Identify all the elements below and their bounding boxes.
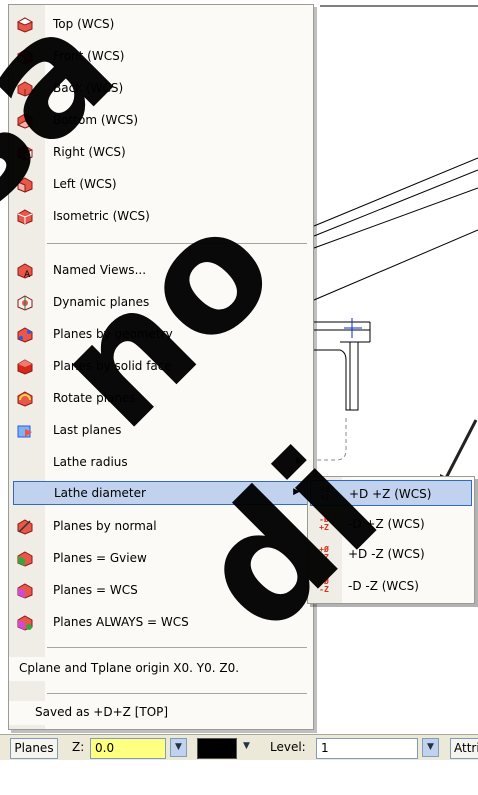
submenu-item-label: +D -Z (WCS) [348, 547, 425, 561]
menu-item-named-views[interactable]: A Named Views... [9, 259, 313, 283]
menu-item-dynamic-planes[interactable]: Dynamic planes [9, 291, 313, 315]
menu-item-planes-by-geometry[interactable]: Planes by geometry [9, 323, 313, 347]
planes-gview-icon [17, 551, 33, 567]
saved-as-info: Saved as +D+Z [TOP] [9, 701, 313, 725]
menu-item-label: Lathe diameter [54, 486, 146, 500]
color-swatch[interactable] [197, 738, 237, 759]
svg-text:A: A [24, 270, 31, 279]
planes-button[interactable]: Planes [10, 738, 58, 759]
menu-item-label: Right (WCS) [53, 145, 126, 159]
menu-item-lathe-radius[interactable]: Lathe radius ▶ [9, 451, 313, 475]
menu-item-label: Dynamic planes [53, 295, 150, 309]
minus-d-minus-z-icon: -Ø -Z [319, 577, 329, 594]
level-dropdown-arrow-icon[interactable]: ▼ [422, 738, 439, 757]
menu-item-lathe-diameter[interactable]: Lathe diameter ▶ [13, 481, 311, 505]
menu-item-label: Planes by geometry [53, 327, 173, 341]
menu-item-label: Back (WCS) [53, 81, 124, 95]
menu-item-planes-by-solid-face[interactable]: Planes by solid face [9, 355, 313, 379]
menu-item-label: Top (WCS) [53, 17, 115, 31]
menu-item-planes-gview[interactable]: Planes = Gview [9, 547, 313, 571]
view-cube-top-icon [16, 17, 34, 33]
rotate-planes-icon [17, 391, 33, 407]
menu-item-label: Lathe radius [53, 455, 128, 469]
plus-d-plus-z-icon: +Ø +Z [320, 485, 330, 502]
menu-item-label: Rotate planes [53, 391, 136, 405]
submenu-item-label: -D -Z (WCS) [348, 579, 419, 593]
submenu-item-minus-d-plus-z[interactable]: -Ø +Z -D +Z (WCS) [310, 511, 472, 537]
menu-item-back-wcs[interactable]: Back (WCS) [9, 77, 313, 101]
menu-item-last-planes[interactable]: Last planes [9, 419, 313, 443]
menu-item-label: Last planes [53, 423, 122, 437]
menu-item-label: Planes = WCS [53, 583, 138, 597]
menu-item-planes-by-normal[interactable]: Planes by normal [9, 515, 313, 539]
view-cube-right-icon [17, 145, 33, 161]
plus-d-minus-z-icon: +Ø -Z [319, 545, 329, 562]
menu-item-planes-wcs[interactable]: Planes = WCS [9, 579, 313, 603]
view-cube-left-icon [17, 177, 33, 193]
menu-item-bottom-wcs[interactable]: Bottom (WCS) [9, 109, 313, 133]
planes-by-normal-icon [17, 519, 33, 535]
last-planes-icon [17, 423, 33, 439]
submenu-item-minus-d-minus-z[interactable]: -Ø -Z -D -Z (WCS) [310, 573, 472, 599]
dynamic-planes-icon [17, 295, 33, 311]
menu-item-top-wcs[interactable]: Top (WCS) [9, 13, 313, 37]
submenu-item-plus-d-minus-z[interactable]: +Ø -Z +D -Z (WCS) [310, 541, 472, 567]
menu-item-front-wcs[interactable]: Front (WCS) [9, 45, 313, 69]
menu-item-label: Isometric (WCS) [53, 209, 150, 223]
cplane-tplane-origin-info: Cplane and Tplane origin X0. Y0. Z0. [9, 657, 313, 681]
menu-separator [47, 647, 307, 648]
view-cube-back-icon [17, 81, 33, 97]
menu-info-label: Saved as +D+Z [TOP] [35, 705, 169, 719]
menu-item-label: Planes by normal [53, 519, 157, 533]
submenu-arrow-icon: ▶ [293, 487, 300, 497]
menu-item-right-wcs[interactable]: Right (WCS) [9, 141, 313, 165]
submenu-item-label: -D +Z (WCS) [348, 517, 425, 531]
z-dropdown-arrow-icon[interactable]: ▼ [170, 738, 187, 757]
planes-always-wcs-icon [17, 615, 33, 631]
level-input[interactable]: 1 [316, 738, 418, 759]
planes-wcs-icon [17, 583, 33, 599]
submenu-item-plus-d-plus-z[interactable]: +Ø +Z +D +Z (WCS) [310, 480, 472, 506]
menu-item-rotate-planes[interactable]: Rotate planes [9, 387, 313, 411]
planes-by-geometry-icon [17, 327, 33, 343]
status-bar: Planes Z: 0.0 ▼ ▼ Level: 1 ▼ Attri [0, 734, 478, 760]
attributes-button[interactable]: Attri [450, 738, 478, 759]
menu-separator [47, 693, 307, 694]
menu-item-label: Planes = Gview [53, 551, 147, 565]
planes-by-solid-face-icon [17, 359, 33, 375]
menu-item-left-wcs[interactable]: Left (WCS) [9, 173, 313, 197]
view-cube-bottom-icon [16, 113, 34, 129]
menu-item-isometric-wcs[interactable]: Isometric (WCS) [9, 205, 313, 229]
view-cube-isometric-icon [17, 209, 33, 225]
submenu-item-label: +D +Z (WCS) [349, 487, 432, 501]
named-views-icon: A [17, 263, 33, 280]
z-depth-input[interactable]: 0.0 [90, 738, 166, 759]
minus-d-plus-z-icon: -Ø +Z [319, 515, 329, 532]
menu-item-planes-always-wcs[interactable]: Planes ALWAYS = WCS [9, 611, 313, 635]
level-label: Level: [270, 740, 306, 754]
z-label: Z: [72, 740, 85, 754]
menu-info-label: Cplane and Tplane origin X0. Y0. Z0. [19, 661, 240, 675]
view-cube-front-icon [17, 49, 33, 65]
menu-separator [47, 243, 307, 244]
menu-item-label: Planes ALWAYS = WCS [53, 615, 189, 629]
planes-menu: Top (WCS) Front (WCS) Back (WCS) Bottom … [8, 4, 314, 730]
menu-item-label: Left (WCS) [53, 177, 117, 191]
menu-item-label: Named Views... [53, 263, 147, 277]
menu-item-label: Front (WCS) [53, 49, 125, 63]
lathe-diameter-submenu: +Ø +Z +D +Z (WCS) -Ø +Z -D +Z (WCS) +Ø -Z +… [307, 476, 475, 604]
menu-item-label: Bottom (WCS) [53, 113, 139, 127]
menu-item-label: Planes by solid face [53, 359, 172, 373]
color-dropdown-arrow-icon[interactable]: ▼ [238, 738, 255, 757]
submenu-arrow-icon: ▶ [296, 456, 303, 466]
